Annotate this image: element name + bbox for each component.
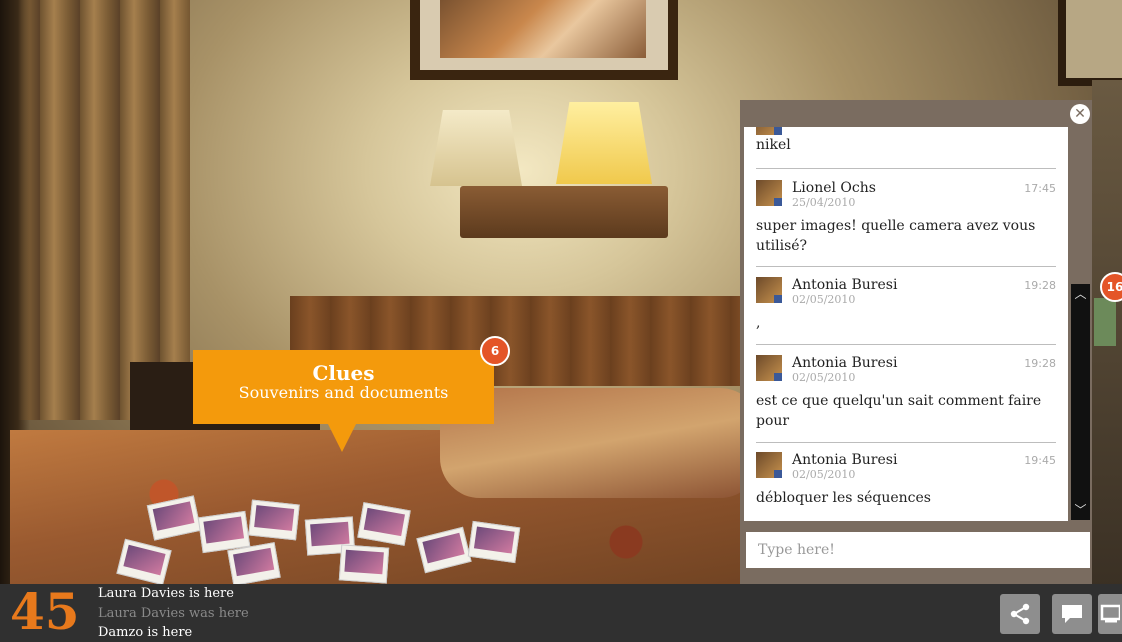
- share-icon: [1010, 603, 1030, 625]
- lamp-shade-right: [556, 102, 652, 184]
- clue-tooltip[interactable]: Clues Souvenirs and documents: [193, 350, 494, 424]
- message-divider: [756, 442, 1056, 443]
- clue-count-badge: 6: [480, 336, 510, 366]
- message-divider: [756, 344, 1056, 345]
- share-button[interactable]: [1000, 594, 1040, 634]
- screen-icon: [1100, 604, 1120, 623]
- facebook-icon: [774, 470, 782, 478]
- lamp-shade-left: [430, 110, 522, 186]
- message-time: 19:45: [1024, 454, 1056, 467]
- message-time: 17:45: [1024, 182, 1056, 195]
- chat-message-list[interactable]: nikel Lionel Ochs 25/04/2010 17:45 super…: [744, 127, 1068, 521]
- avatar: [756, 180, 782, 206]
- facebook-icon: [774, 295, 782, 303]
- close-icon[interactable]: ✕: [1070, 104, 1090, 124]
- clue-subtitle: Souvenirs and documents: [238, 383, 449, 402]
- photo: [467, 520, 521, 564]
- chat-scrollbar[interactable]: ︿ ﹀: [1071, 284, 1090, 520]
- message-divider: [756, 266, 1056, 267]
- photo: [416, 526, 472, 574]
- comment-button[interactable]: [1052, 594, 1092, 634]
- green-hotspot[interactable]: [1094, 298, 1116, 346]
- chat-message: Antonia Buresi 02/05/2010 19:45 débloque…: [756, 452, 1056, 521]
- message-author[interactable]: Antonia Buresi: [792, 355, 897, 371]
- message-author[interactable]: Antonia Buresi: [792, 452, 897, 468]
- message-author[interactable]: Lionel Ochs: [792, 180, 876, 196]
- chat-message: Antonia Buresi 02/05/2010 19:28 ,: [756, 277, 1056, 337]
- message-text: super images! quelle camera avez vous ut…: [756, 218, 1036, 254]
- message-date: 02/05/2010: [792, 468, 856, 481]
- presence-line: Laura Davies is here: [98, 586, 234, 601]
- scroll-up-icon[interactable]: ︿: [1071, 284, 1090, 304]
- lamp-mount: [460, 186, 668, 238]
- message-date: 02/05/2010: [792, 293, 856, 306]
- chat-message: Antonia Buresi 02/05/2010 19:28 est ce q…: [756, 355, 1056, 435]
- photo: [146, 495, 202, 541]
- facebook-icon: [774, 127, 782, 135]
- presence-line: Damzo is here: [98, 625, 193, 640]
- photos-pile[interactable]: [110, 488, 530, 588]
- picture-frame-right: [1058, 0, 1122, 86]
- side-count-badge[interactable]: 16: [1100, 272, 1122, 302]
- message-divider: [756, 168, 1056, 169]
- message-date: 02/05/2010: [792, 371, 856, 384]
- message-date: 25/04/2010: [792, 196, 856, 209]
- chat-input[interactable]: [746, 532, 1090, 568]
- scroll-down-icon[interactable]: ﹀: [1071, 500, 1090, 520]
- facebook-icon: [774, 373, 782, 381]
- facebook-icon: [774, 198, 782, 206]
- message-time: 19:28: [1024, 357, 1056, 370]
- message-text: est ce que quelqu'un sait comment faire …: [756, 393, 1042, 429]
- message-text: débloquer les séquences: [756, 490, 931, 506]
- avatar: [756, 277, 782, 303]
- message-time: 19:28: [1024, 279, 1056, 292]
- chat-message: Lionel Ochs 25/04/2010 17:45 super image…: [756, 180, 1056, 260]
- chat-message: nikel: [756, 127, 1056, 161]
- photo: [338, 544, 390, 584]
- presence-line: Laura Davies was here: [98, 606, 249, 621]
- visitor-count: 45: [10, 582, 80, 641]
- message-text: ,: [756, 315, 761, 331]
- message-text: nikel: [756, 137, 791, 153]
- photo: [248, 499, 300, 541]
- avatar: [756, 452, 782, 478]
- photo: [357, 502, 411, 546]
- clue-tooltip-arrow: [328, 424, 356, 452]
- clue-title: Clues: [312, 361, 375, 385]
- comment-icon: [1062, 605, 1082, 623]
- photo: [227, 542, 281, 586]
- photo: [116, 538, 172, 586]
- avatar: [756, 355, 782, 381]
- screen-button[interactable]: [1098, 594, 1122, 634]
- message-author[interactable]: Antonia Buresi: [792, 277, 897, 293]
- picture-art: [440, 0, 646, 58]
- avatar: [756, 127, 782, 135]
